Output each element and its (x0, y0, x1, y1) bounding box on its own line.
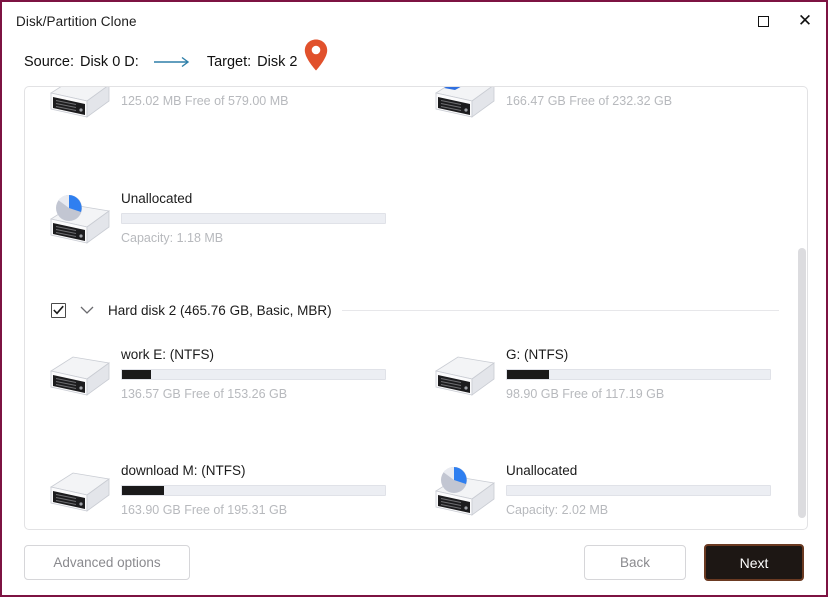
source-label: Source: (24, 54, 74, 70)
hard-disk-icon (37, 459, 121, 517)
map-pin-icon (303, 38, 329, 72)
usage-bar (121, 213, 386, 224)
disk-group-header-hard-disk-2[interactable]: Hard disk 2 (465.76 GB, Basic, MBR) (25, 295, 795, 325)
unallocated-disk-icon (37, 187, 121, 249)
partition-row: 125.02 MB Free of 579.00 MB 166.47 GB Fr… (25, 87, 795, 141)
partition-meta: Capacity: 1.18 MB (121, 231, 224, 245)
partition-name: download M: (NTFS) (121, 463, 246, 478)
target-label: Target: (206, 54, 252, 70)
partition-row: Unallocated Capacity: 1.18 MB (25, 187, 795, 263)
source-target-bar: Source: Disk 0 D: Target: Disk 2 (2, 38, 826, 84)
window-title: Disk/Partition Clone (16, 13, 137, 29)
partition-meta: 166.47 GB Free of 232.32 GB (506, 94, 673, 108)
disk-group-label: Hard disk 2 (465.76 GB, Basic, MBR) (108, 302, 332, 318)
hard-disk-icon (37, 343, 121, 401)
usage-bar (506, 485, 771, 496)
partition-meta: 163.90 GB Free of 195.31 GB (121, 503, 288, 517)
advanced-options-button[interactable]: Advanced options (24, 545, 190, 580)
back-button[interactable]: Back (584, 545, 686, 580)
partition-name: Unallocated (121, 191, 193, 206)
partition-cell[interactable]: 125.02 MB Free of 579.00 MB (25, 87, 410, 141)
partition-row: download M: (NTFS) 163.90 GB Free of 195… (25, 459, 795, 529)
disk-list-scroll-content: 125.02 MB Free of 579.00 MB 166.47 GB Fr… (25, 87, 807, 529)
vertical-scrollbar[interactable] (798, 91, 806, 527)
partition-cell[interactable]: Unallocated Capacity: 2.02 MB (410, 459, 795, 529)
chevron-down-icon[interactable] (80, 305, 94, 315)
unallocated-disk-icon (422, 459, 506, 521)
hard-disk-icon (37, 87, 121, 123)
checkbox-checked-icon[interactable] (51, 302, 66, 318)
disk-groups: 125.02 MB Free of 579.00 MB 166.47 GB Fr… (25, 87, 795, 529)
disk-list-panel[interactable]: 125.02 MB Free of 579.00 MB 166.47 GB Fr… (24, 86, 808, 530)
partition-row: work E: (NTFS) 136.57 GB Free of 153.26 … (25, 343, 795, 419)
partition-meta: 136.57 GB Free of 153.26 GB (121, 387, 288, 401)
partition-name: work E: (NTFS) (121, 347, 214, 362)
partition-name: G: (NTFS) (506, 347, 569, 362)
window-controls: ✕ (742, 2, 826, 40)
usage-bar (506, 369, 771, 380)
footer-bar: Advanced options Back Next (2, 530, 826, 595)
next-button[interactable]: Next (704, 544, 804, 581)
title-bar: Disk/Partition Clone ✕ (2, 2, 826, 40)
partition-meta: 98.90 GB Free of 117.19 GB (506, 387, 665, 401)
usage-bar (121, 485, 386, 496)
maximize-button[interactable] (742, 2, 784, 40)
target-value[interactable]: Disk 2 (257, 54, 297, 70)
source-value[interactable]: Disk 0 D: (80, 54, 139, 70)
partition-meta: Capacity: 2.02 MB (506, 503, 609, 517)
hard-disk-blue-icon (422, 87, 506, 123)
close-button[interactable]: ✕ (784, 2, 826, 40)
usage-bar (121, 369, 386, 380)
arrow-right-icon (153, 56, 194, 68)
maximize-icon (757, 15, 769, 27)
partition-cell[interactable]: G: (NTFS) 98.90 GB Free of 117.19 GB (410, 343, 795, 419)
hard-disk-icon (422, 343, 506, 401)
partition-cell[interactable]: 166.47 GB Free of 232.32 GB (410, 87, 795, 141)
scrollbar-thumb[interactable] (798, 247, 806, 519)
disk-group-divider (341, 309, 779, 311)
partition-cell-empty (410, 187, 795, 263)
close-icon: ✕ (797, 10, 813, 31)
partition-meta: 125.02 MB Free of 579.00 MB (121, 94, 289, 108)
disk-partition-clone-window: Disk/Partition Clone ✕ Source: Disk 0 D:… (0, 0, 828, 597)
partition-cell[interactable]: work E: (NTFS) 136.57 GB Free of 153.26 … (25, 343, 410, 419)
partition-cell[interactable]: Unallocated Capacity: 1.18 MB (25, 187, 410, 263)
partition-name: Unallocated (506, 463, 578, 478)
partition-cell[interactable]: download M: (NTFS) 163.90 GB Free of 195… (25, 459, 410, 529)
